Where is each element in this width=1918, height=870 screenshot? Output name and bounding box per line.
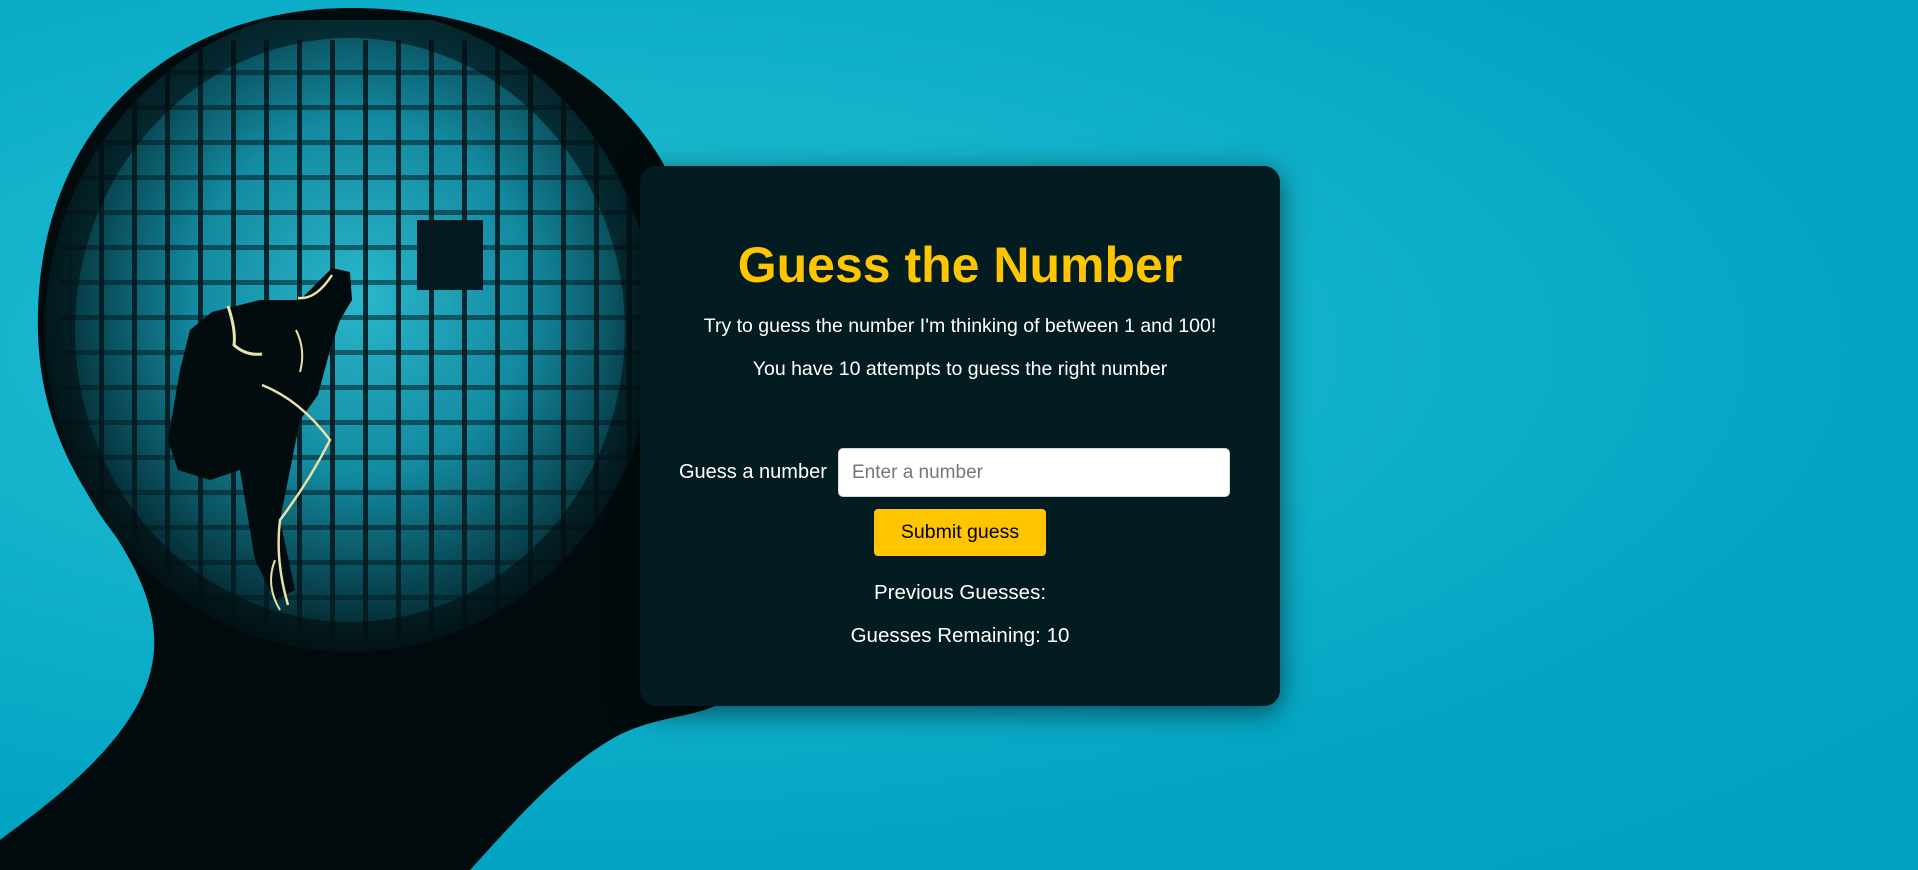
guess-number-input[interactable] (838, 448, 1230, 497)
previous-guesses-text: Previous Guesses: (873, 581, 1047, 604)
game-page: Guess the Number Try to guess the number… (0, 0, 1918, 870)
attempts-text: You have 10 attempts to guess the right … (752, 358, 1168, 380)
submit-guess-button[interactable]: Submit guess (874, 509, 1046, 556)
page-title: Guess the Number (737, 237, 1183, 293)
guess-field-label: Guess a number (679, 461, 827, 483)
guesses-remaining-text: Guesses Remaining: 10 (850, 624, 1070, 647)
intro-text: Try to guess the number I'm thinking of … (703, 315, 1217, 337)
